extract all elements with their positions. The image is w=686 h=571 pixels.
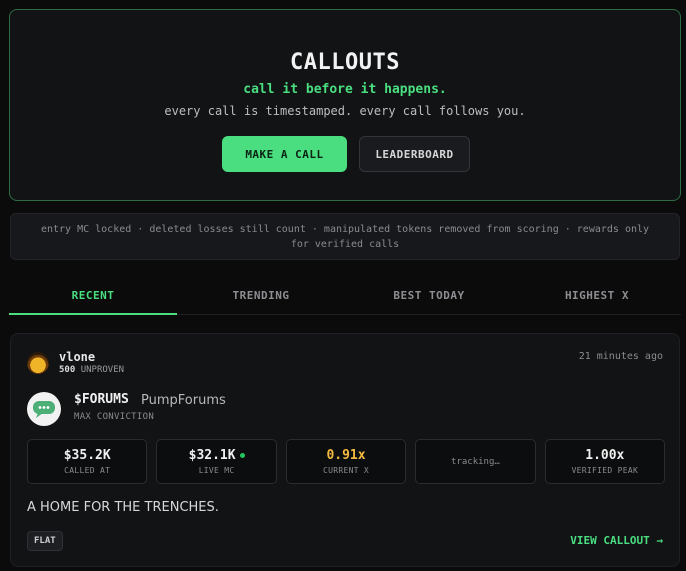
stat-live-mc: $32.1K LIVE MC — [156, 439, 277, 484]
stat-current-x: 0.91x CURRENT X — [285, 439, 407, 484]
username[interactable]: vlone — [59, 350, 95, 364]
reputation-tier: UNPROVEN — [80, 365, 125, 375]
verified-peak-value: 1.00x — [585, 448, 625, 463]
view-callout-link[interactable]: VIEW CALLOUT → — [570, 534, 663, 547]
conviction-level: MAX CONVICTION — [74, 412, 155, 422]
hero-tagline: call it before it happens. — [243, 82, 447, 97]
stat-tracking: tracking… — [415, 439, 536, 484]
callout-stats: $35.2K CALLED AT $32.1K LIVE MC 0.91x CU… — [27, 439, 666, 484]
callout-card[interactable]: vlone 500 UNPROVEN 21 minutes ago $FORUM… — [10, 333, 680, 567]
tab-recent[interactable]: RECENT — [9, 280, 177, 315]
tracking-status: tracking… — [451, 456, 500, 467]
scoring-rules-banner: entry MC locked · deleted losses still c… — [10, 213, 680, 260]
reputation: 500 UNPROVEN — [59, 365, 124, 375]
tab-highest-x[interactable]: HIGHEST X — [513, 280, 681, 314]
current-x-label: CURRENT X — [322, 466, 370, 475]
scoring-rules-text: entry MC locked · deleted losses still c… — [40, 223, 650, 250]
tab-trending[interactable]: TRENDING — [177, 280, 345, 314]
status-badge: FLAT — [27, 531, 63, 551]
feed-tabs: RECENT TRENDING BEST TODAY HIGHEST X — [9, 280, 681, 315]
called-at-label: CALLED AT — [64, 466, 111, 475]
callout-timestamp: 21 minutes ago — [578, 351, 663, 362]
tab-best-today[interactable]: BEST TODAY — [345, 280, 513, 314]
called-at-value: $35.2K — [63, 448, 111, 463]
reputation-score: 500 — [59, 365, 76, 375]
live-mc-value: $32.1K — [188, 448, 236, 463]
token-name: PumpForums — [141, 393, 226, 408]
page-title: CALLOUTS — [290, 50, 400, 75]
stat-verified-peak: 1.00x VERIFIED PEAK — [544, 439, 666, 484]
chat-bubble-icon — [33, 401, 55, 418]
hero-panel: CALLOUTS call it before it happens. ever… — [9, 9, 681, 201]
avatar[interactable] — [27, 352, 49, 374]
verified-peak-label: VERIFIED PEAK — [571, 466, 639, 475]
make-a-call-button[interactable]: MAKE A CALL — [222, 136, 347, 172]
token-ticker[interactable]: $FORUMS — [74, 392, 129, 407]
live-indicator-icon — [239, 453, 245, 458]
live-mc-row: $32.1K — [189, 448, 245, 463]
token-logo — [27, 392, 61, 426]
leaderboard-button[interactable]: LEADERBOARD — [359, 136, 470, 172]
hero-subtitle: every call is timestamped. every call fo… — [164, 104, 526, 118]
callout-pitch: A HOME FOR THE TRENCHES. — [27, 500, 219, 515]
current-x-value: 0.91x — [326, 448, 366, 463]
stat-called-at: $35.2K CALLED AT — [27, 439, 148, 484]
live-mc-label: LIVE MC — [198, 466, 235, 475]
